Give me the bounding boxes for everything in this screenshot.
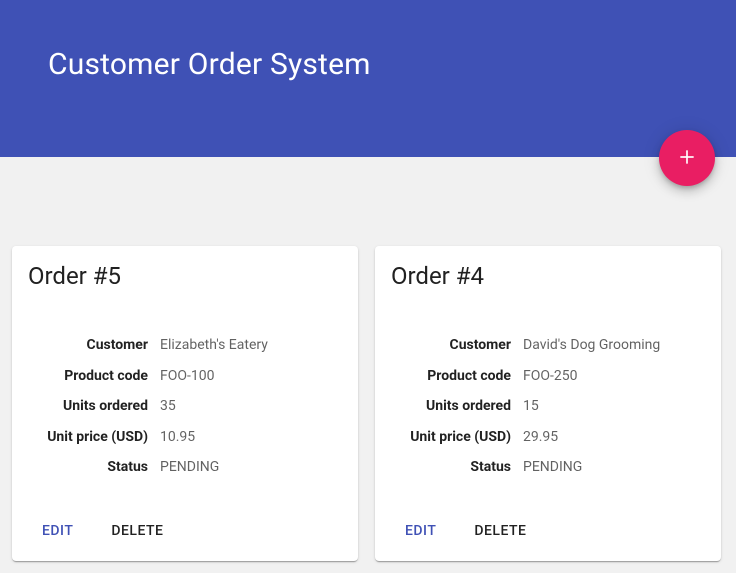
field-value: FOO-100 [160,367,342,387]
field-label: Customer [28,336,160,356]
field-value: 29.95 [523,428,705,448]
order-row-status: Status PENDING [28,458,342,478]
edit-button[interactable]: EDIT [391,515,450,547]
order-title: Order #4 [391,262,705,290]
edit-button[interactable]: EDIT [28,515,87,547]
field-value: FOO-250 [523,367,705,387]
order-card: Order #4 Customer David's Dog Grooming P… [375,246,721,561]
field-label: Status [28,458,160,478]
order-row-status: Status PENDING [391,458,705,478]
field-value: David's Dog Grooming [523,336,705,356]
field-value: PENDING [523,458,705,478]
page-title: Customer Order System [48,47,688,82]
order-row-product-code: Product code FOO-250 [391,367,705,387]
field-value: 10.95 [160,428,342,448]
field-label: Unit price (USD) [391,428,523,448]
delete-button[interactable]: DELETE [460,515,540,547]
app-header: Customer Order System [0,0,736,157]
field-label: Customer [391,336,523,356]
order-row-units: Units ordered 35 [28,397,342,417]
delete-button[interactable]: DELETE [97,515,177,547]
field-value: 35 [160,397,342,417]
plus-icon [677,147,697,170]
field-value: Elizabeth's Eatery [160,336,342,356]
field-label: Units ordered [28,397,160,417]
order-details: Customer Elizabeth's Eatery Product code… [28,336,342,489]
field-label: Status [391,458,523,478]
order-details: Customer David's Dog Grooming Product co… [391,336,705,489]
content-area: Order #5 Customer Elizabeth's Eatery Pro… [0,157,736,573]
field-value: 15 [523,397,705,417]
field-label: Product code [28,367,160,387]
field-value: PENDING [160,458,342,478]
order-card: Order #5 Customer Elizabeth's Eatery Pro… [12,246,358,561]
order-actions: EDIT DELETE [28,515,342,553]
order-row-unit-price: Unit price (USD) 10.95 [28,428,342,448]
order-row-product-code: Product code FOO-100 [28,367,342,387]
order-row-customer: Customer David's Dog Grooming [391,336,705,356]
field-label: Unit price (USD) [28,428,160,448]
order-title: Order #5 [28,262,342,290]
field-label: Units ordered [391,397,523,417]
order-row-customer: Customer Elizabeth's Eatery [28,336,342,356]
add-order-button[interactable] [659,130,715,186]
field-label: Product code [391,367,523,387]
order-row-unit-price: Unit price (USD) 29.95 [391,428,705,448]
orders-list: Order #5 Customer Elizabeth's Eatery Pro… [12,246,724,561]
order-row-units: Units ordered 15 [391,397,705,417]
order-actions: EDIT DELETE [391,515,705,553]
